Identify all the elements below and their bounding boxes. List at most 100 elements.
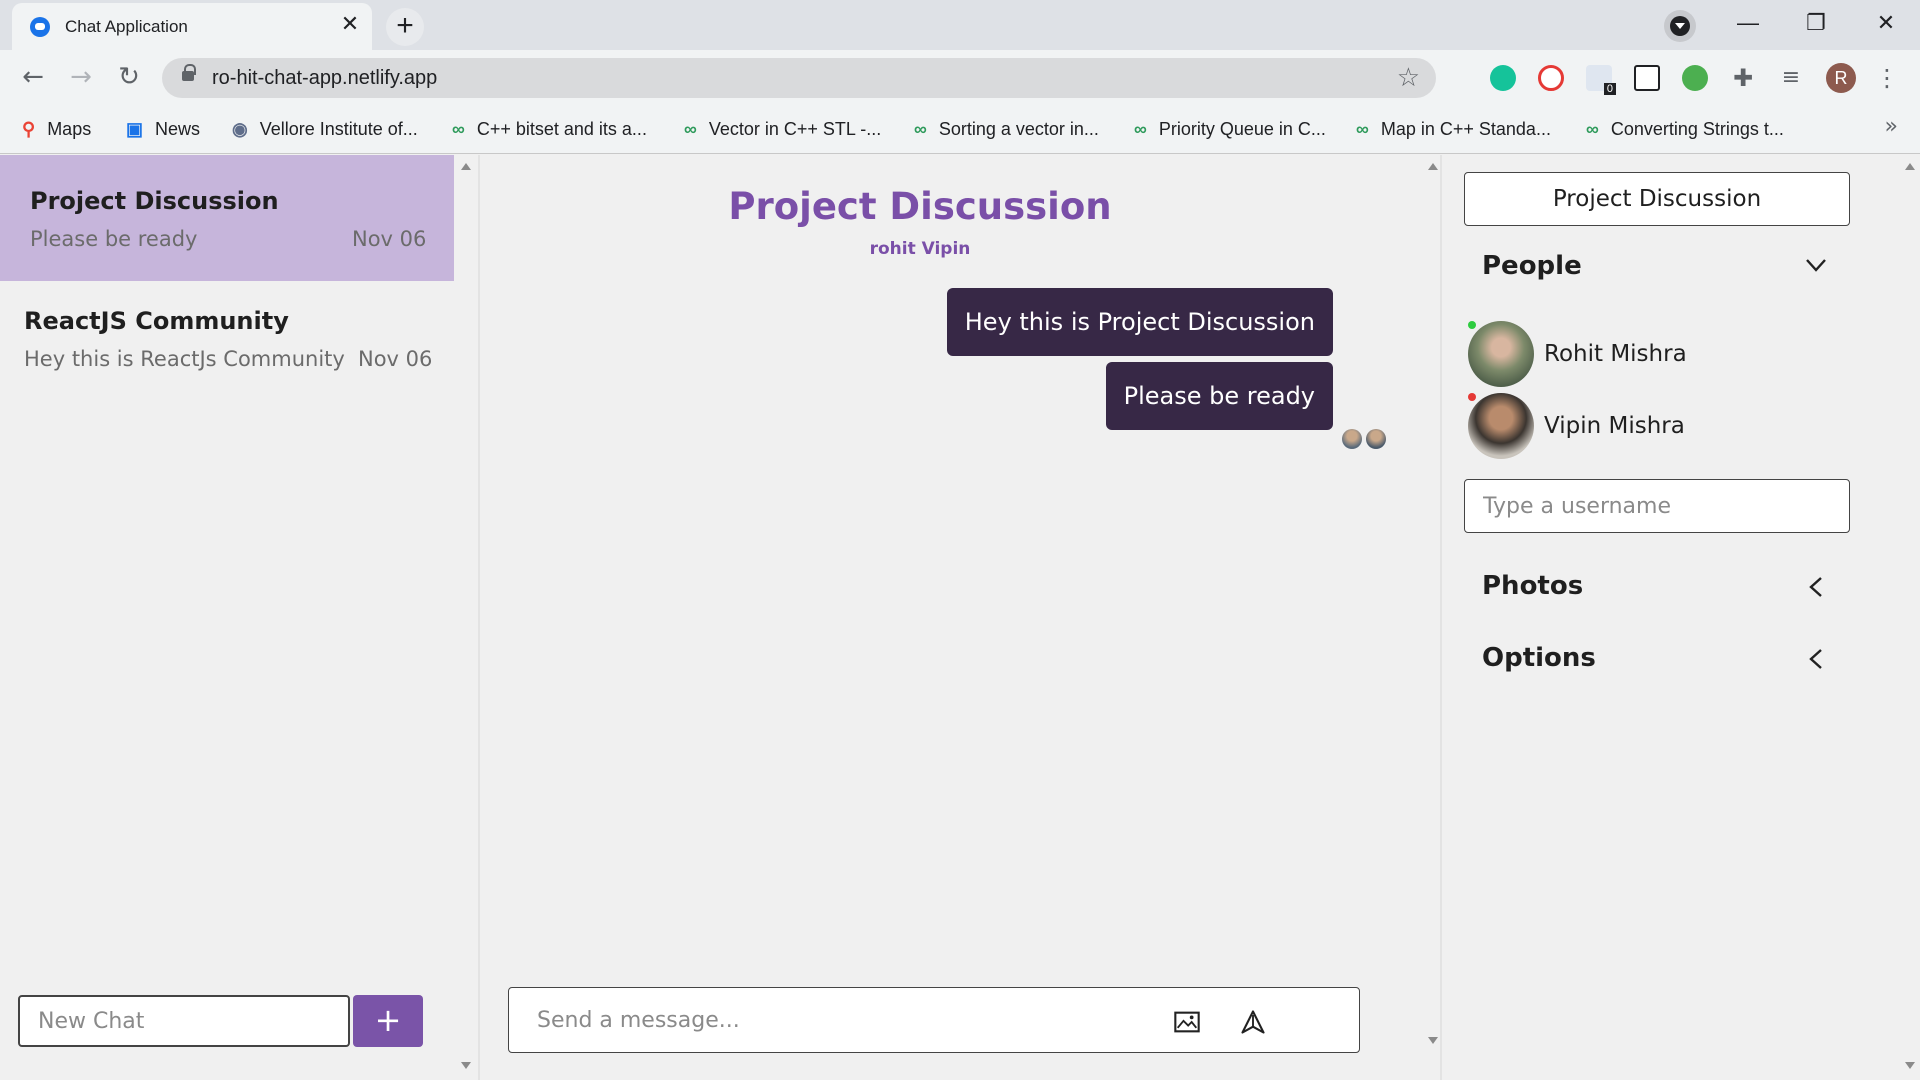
new-tab-button[interactable]: +	[386, 8, 424, 46]
new-chat-button[interactable]: +	[353, 995, 423, 1047]
bookmark-label: Converting Strings t...	[1610, 118, 1784, 139]
chevron-left-icon[interactable]	[1804, 647, 1828, 671]
username-input[interactable]	[1464, 479, 1850, 533]
chat-card-reactjs-community[interactable]: ReactJS Community Hey this is ReactJs Co…	[0, 281, 454, 407]
back-button[interactable]: ←	[16, 60, 50, 94]
tab-close-icon[interactable]: ✕	[338, 13, 362, 37]
chat-date: Nov 06	[352, 227, 427, 251]
pokeball-extension-icon[interactable]	[1538, 65, 1564, 91]
browser-toolbar: ← → ↻ ro-hit-chat-app.netlify.app ☆ 0 ✚ …	[0, 50, 1920, 104]
offline-status-dot	[1468, 393, 1476, 401]
grammarly-extension-icon[interactable]	[1490, 65, 1516, 91]
bookmark-label: Map in C++ Standa...	[1380, 118, 1551, 139]
avatar	[1468, 321, 1534, 387]
geeksforgeeks-icon: ∞	[1356, 118, 1369, 139]
message-input[interactable]	[537, 1002, 1137, 1038]
chat-feed-title: Project Discussion	[728, 185, 1112, 228]
geeksforgeeks-icon: ∞	[1134, 118, 1147, 139]
bookmark-maps[interactable]: ⚲ Maps	[22, 116, 91, 142]
send-icon[interactable]	[1239, 1008, 1267, 1036]
bookmark-label: Sorting a vector in...	[938, 118, 1099, 139]
extension-badge: 0	[1603, 83, 1616, 95]
extensions-puzzle-icon[interactable]: ✚	[1730, 65, 1756, 91]
chat-last-message: Please be ready	[30, 227, 198, 251]
people-heading[interactable]: People	[1482, 251, 1582, 281]
restore-button[interactable]: ❐	[1796, 8, 1836, 38]
bookmark-label: C++ bitset and its a...	[476, 118, 647, 139]
maps-icon: ⚲	[22, 118, 36, 139]
bookmark-gfg-priority-queue[interactable]: ∞ Priority Queue in C...	[1134, 116, 1326, 142]
chat-list-panel: Project Discussion Please be ready Nov 0…	[0, 155, 454, 1080]
geeksforgeeks-icon: ∞	[452, 118, 465, 139]
chat-feed-members: rohit Vipin	[869, 239, 971, 259]
chat-last-message: Hey this is ReactJs Community	[24, 347, 345, 371]
chat-title-input[interactable]: Project Discussion	[1464, 172, 1850, 226]
person-name: Vipin Mishra	[1544, 413, 1685, 439]
bookmarks-overflow-icon[interactable]: »	[1885, 114, 1898, 139]
avatar	[1468, 393, 1534, 459]
read-receipt-avatar	[1366, 429, 1386, 449]
bookmark-label: Vector in C++ STL -...	[708, 118, 882, 139]
online-status-dot	[1468, 321, 1476, 329]
google-news-icon: ▣	[126, 118, 144, 139]
bookmark-gfg-vector[interactable]: ∞ Vector in C++ STL -...	[684, 116, 881, 142]
bookmark-label: Vellore Institute of...	[259, 118, 418, 139]
add-extension-icon[interactable]	[1682, 65, 1708, 91]
message-bubble: Hey this is Project Discussion	[946, 288, 1333, 356]
screenshot-extension-icon[interactable]	[1634, 65, 1660, 91]
tab-search-button[interactable]	[1664, 10, 1696, 42]
bookmark-label: Priority Queue in C...	[1158, 118, 1326, 139]
chat-date: Nov 06	[358, 347, 433, 371]
chat-favicon-icon	[30, 17, 50, 37]
chat-feed-scrollbar[interactable]	[1425, 155, 1441, 1080]
message-form	[508, 987, 1360, 1053]
minimize-button[interactable]: —	[1728, 8, 1768, 38]
bookmark-gfg-strings[interactable]: ∞ Converting Strings t...	[1586, 116, 1784, 142]
bookmark-label: Maps	[47, 118, 92, 139]
menu-dots-icon[interactable]: ⋮	[1874, 65, 1900, 91]
bookmark-gfg-sorting[interactable]: ∞ Sorting a vector in...	[914, 116, 1099, 142]
chat-name: Project Discussion	[30, 187, 279, 215]
person-name: Rohit Mishra	[1544, 341, 1687, 367]
tab-title: Chat Application	[65, 17, 188, 36]
link-extension-icon[interactable]: 0	[1586, 65, 1616, 95]
close-window-button[interactable]: ✕	[1866, 8, 1906, 38]
chat-card-project-discussion[interactable]: Project Discussion Please be ready Nov 0…	[0, 155, 454, 281]
new-chat-input[interactable]	[18, 995, 350, 1047]
chat-list-scrollbar[interactable]	[454, 155, 478, 1080]
person-rohit: Rohit Mishra	[1468, 321, 1848, 389]
message-bubble: Please be ready	[1105, 362, 1333, 430]
bookmarks-bar: ⚲ Maps ▣ News ◉ Vellore Institute of... …	[0, 104, 1920, 154]
profile-avatar[interactable]: R	[1826, 63, 1856, 93]
reading-list-icon[interactable]: ≡	[1778, 65, 1804, 91]
bookmark-label: News	[155, 118, 201, 139]
reload-button[interactable]: ↻	[112, 60, 146, 94]
bookmark-news[interactable]: ▣ News	[126, 116, 200, 142]
read-receipt-avatar	[1342, 429, 1362, 449]
bookmark-gfg-bitset[interactable]: ∞ C++ bitset and its a...	[452, 116, 647, 142]
address-bar[interactable]: ro-hit-chat-app.netlify.app ☆	[162, 58, 1436, 98]
person-vipin: Vipin Mishra	[1468, 393, 1848, 461]
chat-feed-panel: Project Discussion rohit Vipin Hey this …	[480, 155, 1425, 1080]
settings-scrollbar[interactable]	[1900, 155, 1920, 1080]
geeksforgeeks-icon: ∞	[684, 118, 697, 139]
lock-icon[interactable]	[182, 64, 196, 81]
bookmark-vit[interactable]: ◉ Vellore Institute of...	[232, 116, 418, 142]
browser-tab-bar: Chat Application ✕ + — ❐ ✕	[0, 0, 1920, 50]
chat-app: Project Discussion Please be ready Nov 0…	[0, 155, 1920, 1080]
chevron-down-icon[interactable]	[1804, 253, 1828, 277]
bookmark-star-icon[interactable]: ☆	[1397, 63, 1420, 93]
url-text[interactable]: ro-hit-chat-app.netlify.app	[212, 67, 437, 90]
browser-tab[interactable]: Chat Application ✕	[12, 3, 372, 50]
chat-settings-panel: Project Discussion People Rohit Mishra V…	[1442, 155, 1900, 1080]
chevron-left-icon[interactable]	[1804, 575, 1828, 599]
photos-heading[interactable]: Photos	[1482, 571, 1583, 601]
bookmark-gfg-map[interactable]: ∞ Map in C++ Standa...	[1356, 116, 1551, 142]
options-heading[interactable]: Options	[1482, 643, 1596, 673]
vit-icon: ◉	[232, 118, 248, 139]
image-upload-icon[interactable]	[1173, 1008, 1201, 1036]
geeksforgeeks-icon: ∞	[1586, 118, 1599, 139]
chat-name: ReactJS Community	[24, 307, 289, 335]
forward-button[interactable]: →	[64, 60, 98, 94]
geeksforgeeks-icon: ∞	[914, 118, 927, 139]
